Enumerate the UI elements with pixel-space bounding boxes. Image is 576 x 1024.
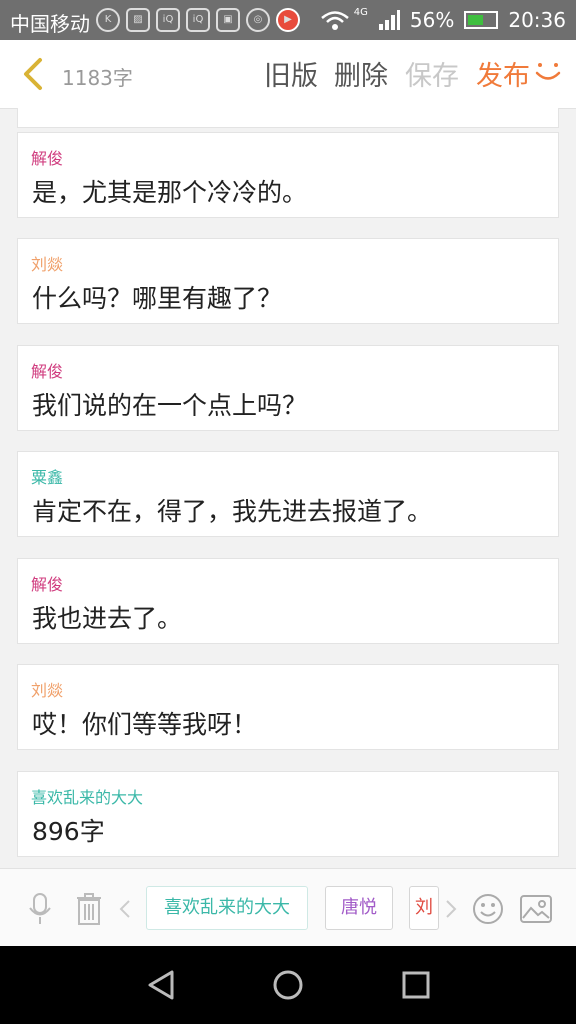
app-icon: ▣ <box>216 8 240 32</box>
message-text: 我们说的在一个点上吗？ <box>32 391 308 420</box>
editor-toolbar: 1183字 旧版 删除 保存 发布 <box>0 40 576 109</box>
delete-button[interactable]: 删除 <box>334 54 388 93</box>
speaker-name: 解俊 <box>31 362 64 381</box>
message-text: 哎！你们等等我呀！ <box>32 710 258 739</box>
back-arrow-icon[interactable] <box>14 54 54 94</box>
trash-icon[interactable] <box>76 893 102 925</box>
role-chip[interactable]: 唐悦 <box>325 886 393 930</box>
message-text: 肯定不在，得了，我先进去报道了。 <box>32 497 433 526</box>
role-chip[interactable]: 喜欢乱来的大大 <box>146 886 308 930</box>
carrier-name: 中国移动 <box>10 12 90 36</box>
emoji-icon[interactable] <box>472 893 504 925</box>
role-chip[interactable]: 刘 <box>409 886 439 930</box>
smile-icon[interactable] <box>534 60 562 84</box>
wifi-icon <box>320 11 349 30</box>
old-version-button[interactable]: 旧版 <box>264 54 318 93</box>
battery-percent: 56% <box>409 8 455 32</box>
k-icon: K <box>96 8 120 32</box>
chevron-right-icon[interactable] <box>444 899 458 919</box>
speaker-name: 喜欢乱来的大大 <box>31 788 144 807</box>
message-text: 什么吗？哪里有趣了？ <box>32 284 283 313</box>
status-right: 4G 56% 20:36 <box>320 6 566 32</box>
status-bar: 中国移动 K ▨ iQ iQ ▣ ◎ ▶ 4G 56% 20:36 <box>0 0 576 40</box>
chat-icon: ◎ <box>246 8 270 32</box>
image-icon[interactable] <box>520 895 552 923</box>
message-text: 是，尤其是那个冷冷的。 <box>32 178 308 207</box>
nav-home-icon[interactable] <box>272 969 304 1001</box>
network-type: 4G <box>353 6 368 18</box>
chevron-left-icon[interactable] <box>118 899 132 919</box>
signal-icon <box>378 10 400 30</box>
video-icon: ▶ <box>276 8 300 32</box>
message-card[interactable]: 喜欢乱来的大大 896字 <box>17 771 559 857</box>
image-icon: ▨ <box>126 8 150 32</box>
microphone-icon[interactable] <box>28 893 52 925</box>
nav-back-icon[interactable] <box>146 969 178 1001</box>
battery-icon <box>464 11 499 29</box>
clock: 20:36 <box>508 8 566 32</box>
dialogue-list[interactable]: 解俊 是，尤其是那个冷冷的。 刘燚 什么吗？哪里有趣了？ 解俊 我们说的在一个点上吗？ 粟鑫… <box>0 108 576 868</box>
speaker-name: 刘燚 <box>31 681 64 700</box>
speaker-name: 解俊 <box>31 575 64 594</box>
speaker-name: 解俊 <box>31 149 64 168</box>
message-text: 我也进去了。 <box>32 604 183 633</box>
message-card[interactable]: 刘燚什么吗？哪里有趣了？ <box>17 238 559 324</box>
message-text: 896字 <box>32 817 105 846</box>
message-card[interactable]: 刘燚哎！你们等等我呀！ <box>17 664 559 750</box>
iqiyi-icon: iQ <box>186 8 210 32</box>
message-card[interactable]: 解俊是，尤其是那个冷冷的。 <box>17 132 559 218</box>
word-count: 1183字 <box>62 66 133 90</box>
message-card[interactable]: 解俊 我也进去了。 <box>17 558 559 644</box>
iqiyi-icon: iQ <box>156 8 180 32</box>
speaker-name: 刘燚 <box>31 255 64 274</box>
message-card[interactable]: 解俊我们说的在一个点上吗？ <box>17 345 559 431</box>
nav-recents-icon[interactable] <box>402 971 430 999</box>
previous-card-edge <box>17 108 559 128</box>
system-nav-bar <box>0 946 576 1024</box>
save-button[interactable]: 保存 <box>405 54 459 93</box>
message-card[interactable]: 粟鑫肯定不在，得了，我先进去报道了。 <box>17 451 559 537</box>
notification-icons: K ▨ iQ iQ ▣ ◎ ▶ <box>96 8 300 32</box>
bottom-input-bar: 喜欢乱来的大大 唐悦刘 <box>0 868 576 947</box>
speaker-name: 粟鑫 <box>31 468 64 487</box>
publish-button[interactable]: 发布 <box>476 54 530 93</box>
